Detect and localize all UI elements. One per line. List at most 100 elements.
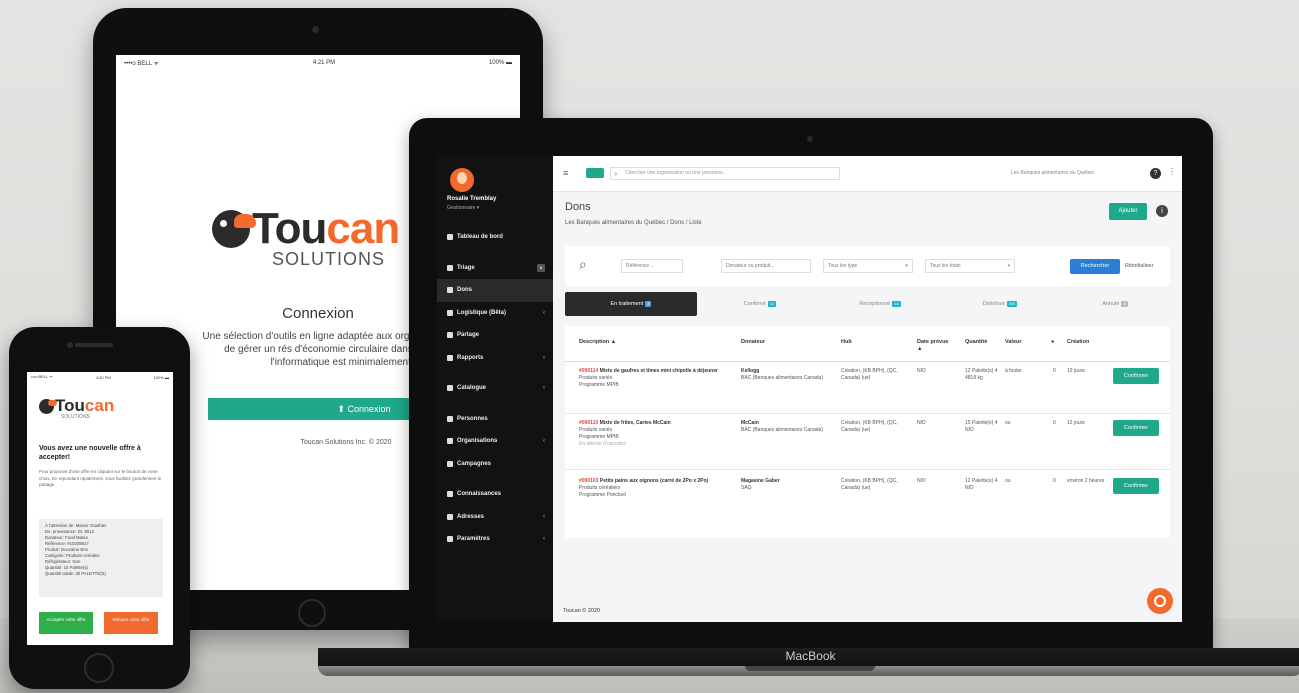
row-date: N/D [917,478,926,484]
user-avatar[interactable] [450,168,474,192]
table-row[interactable]: #090110 Mixte de frites, Cartes McCain Pr… [565,414,1170,470]
add-button[interactable]: Ajouter [1109,203,1147,220]
reset-link[interactable]: Réinitialiser [1125,263,1153,269]
top-bar: ≡ ⌕ Chercher une organisation ou une pers… [553,156,1182,192]
row-hub: Création, (KB BPH), (QC, Canada) (ue) [841,478,898,491]
col-value[interactable]: Valeur [1005,339,1022,346]
row-ref-link[interactable]: #090110 [579,420,598,426]
hamburger-icon[interactable]: ≡ [563,168,568,178]
donor-name[interactable]: Magasine Gaber [741,478,780,484]
sidebar-item-settings[interactable]: Paramètres ‹ [437,528,553,551]
status-battery: 100% ▬ [488,60,512,66]
sidebar-item-campaigns[interactable]: Campagnes [437,453,553,476]
current-organization[interactable]: Les Banques alimentaires du Québec [1011,170,1094,176]
tab-confirmed[interactable]: Confirmé 12 [705,292,815,316]
sidebar-item-organizations[interactable]: Organisations ‹ [437,430,553,453]
refuse-offer-button[interactable]: Refuser cette offre [104,612,158,634]
row-value: ou [1005,478,1011,484]
col-quantity[interactable]: Quantité [965,339,987,346]
reference-input[interactable]: Référence... [621,259,683,273]
mode-toggle[interactable] [586,168,604,178]
logo-word-2: can [326,204,400,253]
user-name: Rosalie Tremblay [447,196,497,202]
donor-name[interactable]: McCain [741,420,759,426]
sidebar-item-people[interactable]: Personnes [437,408,553,431]
main-content: ≡ ⌕ Chercher une organisation ou une pers… [553,156,1182,622]
chevron-left-icon: ‹ [543,536,545,542]
phone-speaker [75,343,113,347]
confirm-button[interactable]: Confirmer [1113,478,1159,494]
row-hub: Création, (KB BPH), (QC, Canada) (ue) [841,420,898,433]
user-role[interactable]: Gestionnaire ▾ [447,205,479,211]
search-button[interactable]: Rechercher [1070,259,1120,274]
tab-received[interactable]: Réceptionné 14 [825,292,935,316]
breadcrumb[interactable]: Les Banques alimentaires du Québec / Don… [565,220,702,226]
search-icon: ⌕ [614,171,618,178]
row-line: Produits variés [579,427,613,433]
col-date[interactable]: Date prévue ▲ [917,339,951,353]
sidebar-item-triage[interactable]: Triage 3 [437,257,553,280]
row-ref-link[interactable]: #090114 [579,368,598,374]
help-icon[interactable]: ? [1150,168,1161,179]
sidebar-item-logistics[interactable]: Logistique (Bêta) ‹ [437,302,553,325]
dashboard-icon [447,234,453,241]
tab-count-badge: 12 [767,301,777,307]
gear-icon [447,536,453,543]
sidebar-item-sharing[interactable]: Partage [437,324,553,347]
tab-in-progress[interactable]: En traitement 3 [565,292,697,316]
row-date: N/D [917,420,926,426]
detail-line: Quantité totale: 30 PALETTE(S) [45,571,106,576]
tab-cancelled[interactable]: Annulé 6 [1060,292,1170,316]
table-row[interactable]: #090114 Mixte de gaufres et tîmes mini c… [565,362,1170,414]
table-row[interactable]: #090103 Petits pains aux oignons (carré … [565,470,1170,524]
accept-offer-button[interactable]: Accepter cette offre [39,612,93,634]
global-search-input[interactable]: ⌕ Chercher une organisation ou une person… [610,167,840,180]
sidebar-item-dashboard[interactable]: Tableau de bord [437,226,553,249]
row-comments: 0 [1053,420,1056,426]
status-tabs: En traitement 3 Confirmé 12 Réceptionné 14 … [565,292,1170,316]
toucan-logo: Toucan SOLUTIONS [39,396,115,420]
tablet-home-button[interactable] [298,599,326,627]
chat-bubble-icon[interactable] [1147,588,1173,614]
sidebar: Rosalie Tremblay Gestionnaire ▾ Tableau … [437,156,553,622]
status-time: 4:30 PM [95,374,111,380]
sidebar-item-donations[interactable]: Dons [437,279,553,302]
row-ref-link[interactable]: #090103 [579,478,598,484]
sidebar-item-label: Logistique (Bêta) [457,309,506,316]
offer-heading: Vous avez une nouvelle offre à accepter! [39,445,141,461]
phone-home-button[interactable] [84,653,114,683]
donor-product-input[interactable]: Donateur ou produit... [721,259,811,273]
row-donor: McCain BAC (Banques alimentaires Canada) [741,420,831,434]
logo-word-2: can [84,396,115,415]
phone-camera [67,342,73,348]
col-description[interactable]: Description ▲ [579,339,616,346]
state-select[interactable]: Tous les états [925,259,1015,273]
sidebar-item-addresses[interactable]: Adresses ‹ [437,506,553,529]
sidebar-item-label: Tableau de bord [457,234,503,240]
confirm-button[interactable]: Confirmer [1113,420,1159,436]
sidebar-item-catalog[interactable]: Catalogue ‹ [437,377,553,400]
info-icon[interactable]: i [1156,205,1168,217]
donor-name[interactable]: Kellogg [741,368,759,374]
type-select[interactable]: Tous les type [823,259,913,273]
confirm-button[interactable]: Confirmer [1113,368,1159,384]
tab-count-badge: 3 [645,301,652,307]
more-icon[interactable]: ⋮ [1168,167,1176,176]
sidebar-item-label: Organisations [457,438,498,444]
donations-table: Description ▲ Donateur Hub Date prévue ▲… [565,326,1170,538]
row-line: Programme MPIB [579,434,619,440]
sidebar-item-reports[interactable]: Rapports ‹ [437,347,553,370]
col-donor[interactable]: Donateur [741,339,765,346]
sidebar-item-label: Campagnes [457,460,492,467]
col-comments[interactable]: ● [1051,339,1054,346]
row-created: 12 jours [1067,368,1085,374]
search-icon: ⌕ [579,256,587,272]
sidebar-item-label: Dons [457,287,472,293]
donor-sub: BAC (Banques alimentaires Canada) [741,375,823,381]
tab-label: En traitement [610,301,644,307]
tab-distributed[interactable]: Distribué 205 [945,292,1055,316]
col-created[interactable]: Création [1067,339,1089,346]
sidebar-item-knowledge[interactable]: Connaissances [437,483,553,506]
col-hub[interactable]: Hub [841,339,852,346]
sidebar-item-label: Partage [457,332,480,338]
